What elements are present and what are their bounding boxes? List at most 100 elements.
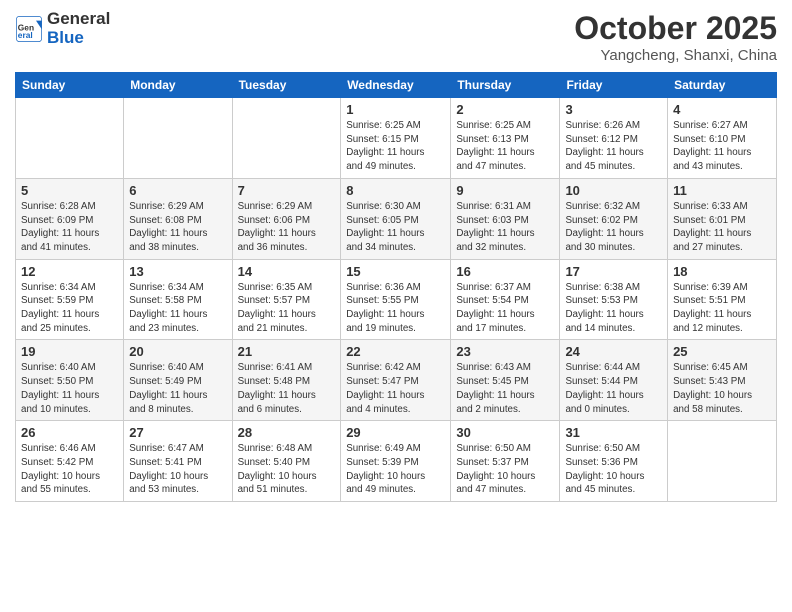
day-number: 14 [238,264,336,279]
day-number: 29 [346,425,445,440]
calendar-cell: 4Sunrise: 6:27 AM Sunset: 6:10 PM Daylig… [668,98,777,179]
weekday-wednesday: Wednesday [341,73,451,98]
day-info: Sunrise: 6:29 AM Sunset: 6:08 PM Dayligh… [129,200,226,255]
calendar-cell: 1Sunrise: 6:25 AM Sunset: 6:15 PM Daylig… [341,98,451,179]
calendar-week-4: 26Sunrise: 6:46 AM Sunset: 5:42 PM Dayli… [16,421,777,502]
day-number: 31 [565,425,662,440]
calendar-week-1: 5 Sunrise: 6:28 AM Sunset: 6:09 PM Daylig… [16,178,777,259]
calendar-cell [668,421,777,502]
day-number: 9 [456,183,554,198]
calendar-cell: 21 Sunrise: 6:41 AM Sunset: 5:48 PM Dayli… [232,340,341,421]
day-info: Sunrise: 6:29 AM Sunset: 6:06 PM Dayligh… [238,200,336,255]
weekday-thursday: Thursday [451,73,560,98]
logo-icon: Gen eral [15,15,43,43]
logo: Gen eral General Blue [15,10,110,47]
calendar-cell: 9Sunrise: 6:31 AM Sunset: 6:03 PM Daylig… [451,178,560,259]
day-number: 24 [565,344,662,359]
day-info: Sunrise: 6:41 AM Sunset: 5:48 PM Dayligh… [238,361,336,416]
day-number: 28 [238,425,336,440]
weekday-friday: Friday [560,73,668,98]
day-info: Sunrise: 6:30 AM Sunset: 6:05 PM Dayligh… [346,200,445,255]
day-info: Sunrise: 6:36 AM Sunset: 5:55 PM Dayligh… [346,281,445,336]
calendar-cell [124,98,232,179]
calendar-cell: 8 Sunrise: 6:30 AM Sunset: 6:05 PM Daylig… [341,178,451,259]
logo-text: General Blue [47,10,110,47]
day-number: 3 [565,102,662,117]
calendar-cell: 24 Sunrise: 6:44 AM Sunset: 5:44 PM Dayli… [560,340,668,421]
day-number: 13 [129,264,226,279]
day-number: 15 [346,264,445,279]
day-info: Sunrise: 6:38 AM Sunset: 5:53 PM Dayligh… [565,281,662,336]
day-info: Sunrise: 6:25 AM Sunset: 6:15 PM Dayligh… [346,119,445,174]
calendar-cell: 28Sunrise: 6:48 AM Sunset: 5:40 PM Dayli… [232,421,341,502]
day-info: Sunrise: 6:40 AM Sunset: 5:49 PM Dayligh… [129,361,226,416]
day-info: Sunrise: 6:27 AM Sunset: 6:10 PM Dayligh… [673,119,771,174]
day-info: Sunrise: 6:32 AM Sunset: 6:02 PM Dayligh… [565,200,662,255]
calendar-body: 1Sunrise: 6:25 AM Sunset: 6:15 PM Daylig… [16,98,777,502]
calendar-header: SundayMondayTuesdayWednesdayThursdayFrid… [16,73,777,98]
day-info: Sunrise: 6:50 AM Sunset: 5:36 PM Dayligh… [565,442,662,497]
calendar-cell: 22 Sunrise: 6:42 AM Sunset: 5:47 PM Dayli… [341,340,451,421]
day-number: 6 [129,183,226,198]
calendar-cell: 12 Sunrise: 6:34 AM Sunset: 5:59 PM Dayli… [16,259,124,340]
title-block: October 2025 Yangcheng, Shanxi, China [574,10,777,64]
day-number: 8 [346,183,445,198]
day-number: 2 [456,102,554,117]
day-info: Sunrise: 6:25 AM Sunset: 6:13 PM Dayligh… [456,119,554,174]
day-number: 21 [238,344,336,359]
header: Gen eral General Blue October 2025 Yangc… [15,10,777,64]
day-number: 5 [21,183,118,198]
calendar-cell: 20 Sunrise: 6:40 AM Sunset: 5:49 PM Dayli… [124,340,232,421]
calendar-cell: 16Sunrise: 6:37 AM Sunset: 5:54 PM Dayli… [451,259,560,340]
day-info: Sunrise: 6:42 AM Sunset: 5:47 PM Dayligh… [346,361,445,416]
logo-general: General [47,9,110,28]
day-number: 12 [21,264,118,279]
calendar-cell [16,98,124,179]
day-info: Sunrise: 6:40 AM Sunset: 5:50 PM Dayligh… [21,361,118,416]
calendar-cell: 23Sunrise: 6:43 AM Sunset: 5:45 PM Dayli… [451,340,560,421]
logo-blue: Blue [47,28,84,47]
calendar-cell: 17 Sunrise: 6:38 AM Sunset: 5:53 PM Dayli… [560,259,668,340]
day-info: Sunrise: 6:35 AM Sunset: 5:57 PM Dayligh… [238,281,336,336]
day-info: Sunrise: 6:43 AM Sunset: 5:45 PM Dayligh… [456,361,554,416]
day-number: 11 [673,183,771,198]
calendar-cell: 2 Sunrise: 6:25 AM Sunset: 6:13 PM Daylig… [451,98,560,179]
day-number: 18 [673,264,771,279]
day-number: 10 [565,183,662,198]
calendar-cell: 6 Sunrise: 6:29 AM Sunset: 6:08 PM Daylig… [124,178,232,259]
weekday-monday: Monday [124,73,232,98]
day-number: 27 [129,425,226,440]
calendar-cell: 14 Sunrise: 6:35 AM Sunset: 5:57 PM Dayli… [232,259,341,340]
calendar-cell: 27 Sunrise: 6:47 AM Sunset: 5:41 PM Dayli… [124,421,232,502]
calendar-week-2: 12 Sunrise: 6:34 AM Sunset: 5:59 PM Dayli… [16,259,777,340]
calendar-cell: 26Sunrise: 6:46 AM Sunset: 5:42 PM Dayli… [16,421,124,502]
calendar: SundayMondayTuesdayWednesdayThursdayFrid… [15,72,777,502]
weekday-tuesday: Tuesday [232,73,341,98]
calendar-cell: 31 Sunrise: 6:50 AM Sunset: 5:36 PM Dayli… [560,421,668,502]
day-number: 25 [673,344,771,359]
day-number: 22 [346,344,445,359]
calendar-cell: 30Sunrise: 6:50 AM Sunset: 5:37 PM Dayli… [451,421,560,502]
calendar-cell: 3 Sunrise: 6:26 AM Sunset: 6:12 PM Daylig… [560,98,668,179]
day-number: 20 [129,344,226,359]
day-info: Sunrise: 6:34 AM Sunset: 5:59 PM Dayligh… [21,281,118,336]
day-info: Sunrise: 6:34 AM Sunset: 5:58 PM Dayligh… [129,281,226,336]
calendar-week-0: 1Sunrise: 6:25 AM Sunset: 6:15 PM Daylig… [16,98,777,179]
day-info: Sunrise: 6:26 AM Sunset: 6:12 PM Dayligh… [565,119,662,174]
calendar-cell: 15 Sunrise: 6:36 AM Sunset: 5:55 PM Dayli… [341,259,451,340]
day-info: Sunrise: 6:44 AM Sunset: 5:44 PM Dayligh… [565,361,662,416]
day-number: 7 [238,183,336,198]
day-info: Sunrise: 6:28 AM Sunset: 6:09 PM Dayligh… [21,200,118,255]
day-number: 26 [21,425,118,440]
calendar-week-3: 19Sunrise: 6:40 AM Sunset: 5:50 PM Dayli… [16,340,777,421]
day-info: Sunrise: 6:47 AM Sunset: 5:41 PM Dayligh… [129,442,226,497]
day-info: Sunrise: 6:50 AM Sunset: 5:37 PM Dayligh… [456,442,554,497]
month-title: October 2025 [574,10,777,47]
calendar-cell: 11Sunrise: 6:33 AM Sunset: 6:01 PM Dayli… [668,178,777,259]
calendar-cell: 5 Sunrise: 6:28 AM Sunset: 6:09 PM Daylig… [16,178,124,259]
calendar-cell: 13 Sunrise: 6:34 AM Sunset: 5:58 PM Dayli… [124,259,232,340]
calendar-cell: 18Sunrise: 6:39 AM Sunset: 5:51 PM Dayli… [668,259,777,340]
weekday-sunday: Sunday [16,73,124,98]
svg-text:eral: eral [18,30,33,40]
day-number: 17 [565,264,662,279]
